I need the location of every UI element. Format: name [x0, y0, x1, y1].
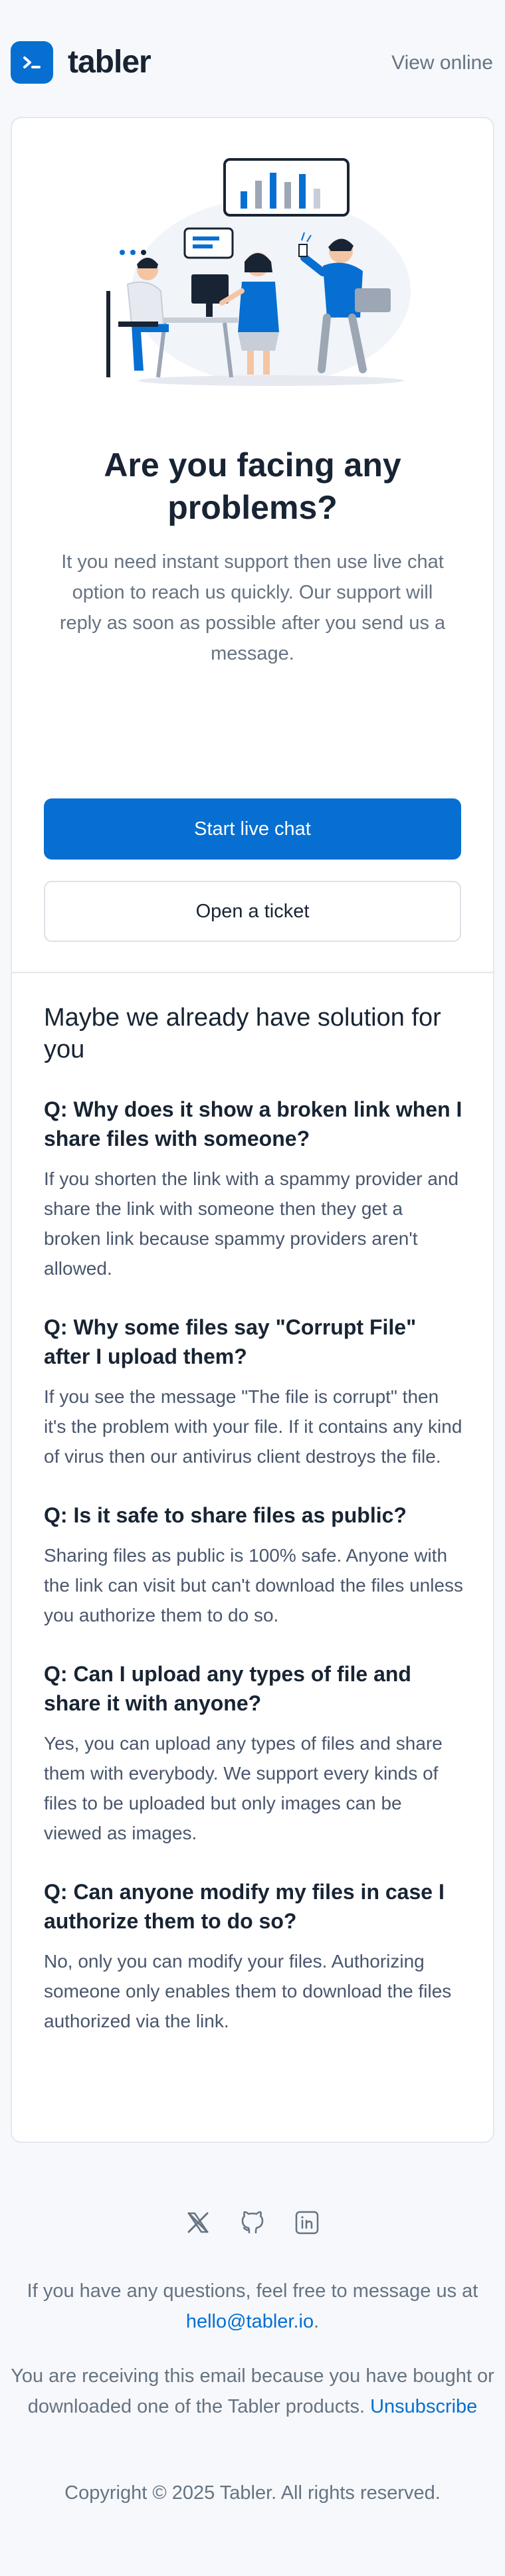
faq-question: Q: Is it safe to share files as public?	[44, 1503, 407, 1527]
faq-question: Q: Why some files say "Corrupt File" aft…	[44, 1315, 417, 1368]
page-title: Are you facing any problems?	[104, 446, 401, 526]
x-icon[interactable]	[185, 2209, 211, 2236]
faq-question: Q: Why does it show a broken link when I…	[44, 1097, 462, 1150]
faq-item: Q: Can anyone modify my files in case I …	[44, 1877, 464, 2036]
support-illustration	[106, 158, 411, 386]
open-ticket-button[interactable]: Open a ticket	[44, 881, 461, 942]
faq-heading: Maybe we already have solution for you	[44, 1004, 441, 1063]
linkedin-icon[interactable]	[294, 2209, 320, 2236]
faq-item: Q: Is it safe to share files as public? …	[44, 1501, 464, 1630]
email-link[interactable]: hello@tabler.io	[186, 2311, 314, 2332]
hero-section: Are you facing any problems? It you need…	[12, 118, 493, 972]
faq-question: Q: Can I upload any types of file and sh…	[44, 1662, 411, 1715]
faq-question: Q: Can anyone modify my files in case I …	[44, 1880, 445, 1933]
email-suffix: .	[314, 2311, 320, 2332]
faq-answer: If you shorten the link with a spammy pr…	[44, 1168, 459, 1279]
tabler-logo[interactable]: tabler	[11, 41, 152, 84]
faq-item: Q: Why does it show a broken link when I…	[44, 1095, 464, 1283]
faq-item: Q: Can I upload any types of file and sh…	[44, 1659, 464, 1848]
hero-description: It you need instant support then use liv…	[59, 551, 446, 664]
unsubscribe-link[interactable]: Unsubscribe	[370, 2396, 477, 2417]
faq-answer: Sharing files as public is 100% safe. An…	[44, 1545, 464, 1625]
receiving-text: You are receiving this email because you…	[7, 2361, 498, 2422]
start-live-chat-button[interactable]: Start live chat	[44, 798, 461, 860]
github-icon[interactable]	[239, 2209, 266, 2236]
faq-answer: Yes, you can upload any types of files a…	[44, 1733, 443, 1843]
contact-text: If you have any questions, feel free to …	[7, 2276, 498, 2337]
terminal-logo-icon	[11, 41, 53, 84]
social-links	[0, 2209, 505, 2236]
logo-text: tabler	[68, 45, 152, 80]
questions-text: If you have any questions, feel free to …	[27, 2280, 478, 2302]
faq-section: Maybe we already have solution for you Q…	[44, 1002, 464, 2065]
faq-item: Q: Why some files say "Corrupt File" aft…	[44, 1313, 464, 1471]
copyright-text: Copyright © 2025 Tabler. All rights rese…	[64, 2482, 441, 2504]
faq-answer: No, only you can modify your files. Auth…	[44, 1951, 452, 2031]
faq-answer: If you see the message "The file is corr…	[44, 1386, 462, 1467]
section-divider	[12, 972, 493, 973]
email-footer: If you have any questions, feel free to …	[0, 2143, 505, 2576]
view-online-link[interactable]: View online	[391, 52, 493, 74]
email-header: tabler View online	[0, 0, 505, 126]
main-card: Are you facing any problems? It you need…	[11, 117, 494, 2143]
